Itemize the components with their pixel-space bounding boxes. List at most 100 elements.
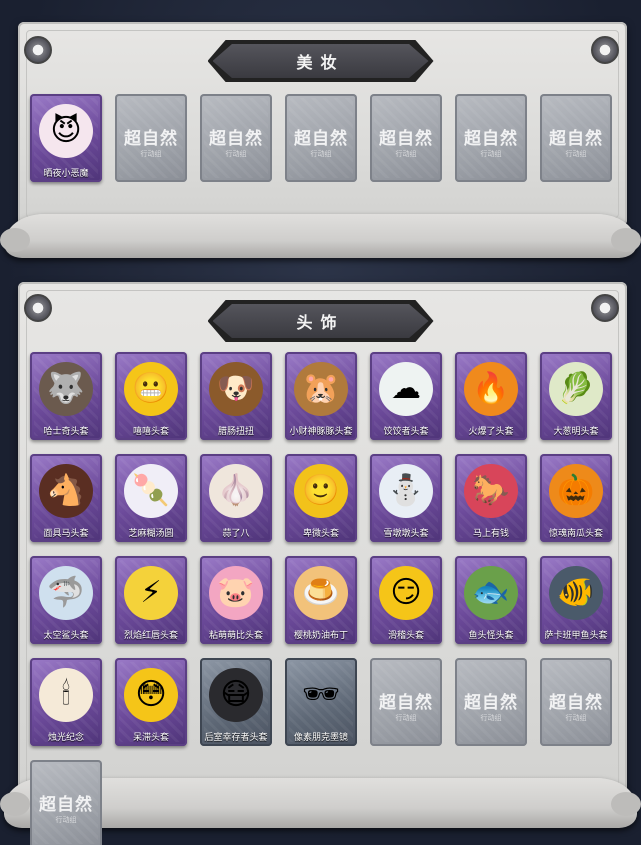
item-card: 😈 晒夜小恶魔 xyxy=(30,94,102,182)
item-label: 火爆了头套 xyxy=(468,427,514,437)
locked-item-slot[interactable]: 超自然 行动组 xyxy=(26,760,106,845)
item-slot[interactable]: 😳 呆滞头套 xyxy=(111,658,191,746)
item-card: 🐎 马上有钱 xyxy=(455,454,527,542)
watermark-logo: 超自然 行动组 xyxy=(455,688,527,723)
item-slot[interactable]: 🎃 惊魂南瓜头套 xyxy=(536,454,616,542)
gas-mask-icon: 😷 xyxy=(209,668,263,722)
locked-item-slot[interactable]: 超自然 行动组 xyxy=(111,94,191,182)
watermark-subtext: 行动组 xyxy=(55,816,77,824)
item-slot[interactable]: 🍡 芝麻糊汤圆 xyxy=(111,454,191,542)
item-card: 🦈 太空鲨头套 xyxy=(30,556,102,644)
stunned-emoji-icon: 😳 xyxy=(124,668,178,722)
item-slot[interactable]: 🍮 樱桃奶油布丁 xyxy=(281,556,361,644)
item-slot[interactable]: 🐺 哈士奇头套 xyxy=(26,352,106,440)
item-card: 🐟 鱼头怪头套 xyxy=(455,556,527,644)
item-card: ☁ 饺饺者头套 xyxy=(370,352,442,440)
scallion-head-icon: 🥬 xyxy=(549,362,603,416)
sacabambaspis-icon: 🐠 xyxy=(549,566,603,620)
item-label: 大葱明头套 xyxy=(553,427,599,437)
item-slot[interactable]: 🕶 像素朋克墨镜 xyxy=(281,658,361,746)
locked-item-slot[interactable]: 超自然 行动组 xyxy=(366,658,446,746)
watermark-subtext: 行动组 xyxy=(395,150,417,158)
fish-monster-icon: 🐟 xyxy=(464,566,518,620)
item-card: ⛄ 雪墩墩头套 xyxy=(370,454,442,542)
item-slot[interactable]: 🐟 鱼头怪头套 xyxy=(451,556,531,644)
grin-emoji-icon: 😬 xyxy=(124,362,178,416)
locked-card: 超自然 行动组 xyxy=(540,658,612,746)
watermark-text: 超自然 xyxy=(464,129,518,149)
locked-card: 超自然 行动组 xyxy=(455,94,527,182)
watermark-text: 超自然 xyxy=(464,693,518,713)
item-slot[interactable]: ⛄ 雪墩墩头套 xyxy=(366,454,446,542)
item-label: 烈焰红唇头套 xyxy=(123,631,178,641)
watermark-text: 超自然 xyxy=(39,795,93,815)
item-slot[interactable]: 🦈 太空鲨头套 xyxy=(26,556,106,644)
locked-card: 超自然 行动组 xyxy=(370,658,442,746)
headwear-panel: 头饰 🐺 哈士奇头套 😬 嘻嘻头套 🐶 腊肠扭扭 🐹 小财神豚豚头套 ☁ 饺饺者头套 🔥 火爆了头套 🥬… xyxy=(0,268,641,845)
item-label: 饺饺者头套 xyxy=(383,427,429,437)
item-label: 烛光纪念 xyxy=(47,733,84,743)
item-slot[interactable]: 🐴 面具马头套 xyxy=(26,454,106,542)
ornament-icon xyxy=(24,36,52,64)
item-slot[interactable]: 😷 后室幸存者头套 xyxy=(196,658,276,746)
item-slot[interactable]: ☁ 饺饺者头套 xyxy=(366,352,446,440)
item-slot[interactable]: ⚡ 烈焰红唇头套 xyxy=(111,556,191,644)
watermark-logo: 超自然 行动组 xyxy=(115,124,187,159)
locked-item-slot[interactable]: 超自然 行动组 xyxy=(281,94,361,182)
candle-icon: 🕯 xyxy=(39,668,93,722)
watermark-subtext: 行动组 xyxy=(140,150,162,158)
locked-card: 超自然 行动组 xyxy=(115,94,187,182)
item-label: 像素朋克墨镜 xyxy=(293,733,348,743)
ornament-icon xyxy=(591,294,619,322)
watermark-subtext: 行动组 xyxy=(225,150,247,158)
item-card: 🐷 粘萌萌比头套 xyxy=(200,556,272,644)
locked-item-slot[interactable]: 超自然 行动组 xyxy=(536,94,616,182)
locked-item-slot[interactable]: 超自然 行动组 xyxy=(366,94,446,182)
locked-card: 超自然 行动组 xyxy=(30,760,102,845)
item-slot[interactable]: 🐹 小财神豚豚头套 xyxy=(281,352,361,440)
watermark-text: 超自然 xyxy=(124,129,178,149)
item-slot[interactable]: 😏 滑稽头套 xyxy=(366,556,446,644)
locked-card: 超自然 行动组 xyxy=(370,94,442,182)
scroll-curl xyxy=(0,214,641,258)
item-slot[interactable]: 🕯 烛光纪念 xyxy=(26,658,106,746)
item-label: 滑稽头套 xyxy=(387,631,424,641)
item-label: 粘萌萌比头套 xyxy=(208,631,263,641)
item-card: 🍮 樱桃奶油布丁 xyxy=(285,556,357,644)
item-label: 蒜了八 xyxy=(222,529,250,539)
watermark-subtext: 行动组 xyxy=(480,150,502,158)
item-card: 🕶 像素朋克墨镜 xyxy=(285,658,357,746)
item-slot[interactable]: 🐠 萨卡班甲鱼头套 xyxy=(536,556,616,644)
watermark-text: 超自然 xyxy=(549,693,603,713)
item-label: 嘻嘻头套 xyxy=(132,427,169,437)
item-slot[interactable]: 😈 晒夜小恶魔 xyxy=(26,94,106,182)
item-slot[interactable]: 🙂 卑微头套 xyxy=(281,454,361,542)
item-label: 面具马头套 xyxy=(43,529,89,539)
headwear-title: 头饰 xyxy=(212,304,429,338)
locked-item-slot[interactable]: 超自然 行动组 xyxy=(196,94,276,182)
item-label: 小财神豚豚头套 xyxy=(289,427,353,437)
smirk-emoji-icon: 😏 xyxy=(379,566,433,620)
item-slot[interactable]: 🐎 马上有钱 xyxy=(451,454,531,542)
item-label: 卑微头套 xyxy=(302,529,339,539)
item-slot[interactable]: 🔥 火爆了头套 xyxy=(451,352,531,440)
watermark-logo: 超自然 行动组 xyxy=(540,124,612,159)
locked-item-slot[interactable]: 超自然 行动组 xyxy=(536,658,616,746)
locked-item-slot[interactable]: 超自然 行动组 xyxy=(451,658,531,746)
snowman-head-icon: ⛄ xyxy=(379,464,433,518)
item-card: 🐠 萨卡班甲鱼头套 xyxy=(540,556,612,644)
item-slot[interactable]: 😬 嘻嘻头套 xyxy=(111,352,191,440)
item-slot[interactable]: 🧄 蒜了八 xyxy=(196,454,276,542)
item-label: 樱桃奶油布丁 xyxy=(293,631,348,641)
item-slot[interactable]: 🐷 粘萌萌比头套 xyxy=(196,556,276,644)
locked-card: 超自然 行动组 xyxy=(540,94,612,182)
garlic-icon: 🧄 xyxy=(209,464,263,518)
makeup-grid: 😈 晒夜小恶魔 超自然 行动组 超自然 行动组 超自然 行动组 超自然 行动组 超自然 行动组 超自然行… xyxy=(26,94,616,182)
item-slot[interactable]: 🐶 腊肠扭扭 xyxy=(196,352,276,440)
locked-item-slot[interactable]: 超自然 行动组 xyxy=(451,94,531,182)
item-slot[interactable]: 🥬 大葱明头套 xyxy=(536,352,616,440)
item-card: 🕯 烛光纪念 xyxy=(30,658,102,746)
shy-emoji-icon: 🙂 xyxy=(294,464,348,518)
item-card: 🥬 大葱明头套 xyxy=(540,352,612,440)
shark-head-icon: 🦈 xyxy=(39,566,93,620)
